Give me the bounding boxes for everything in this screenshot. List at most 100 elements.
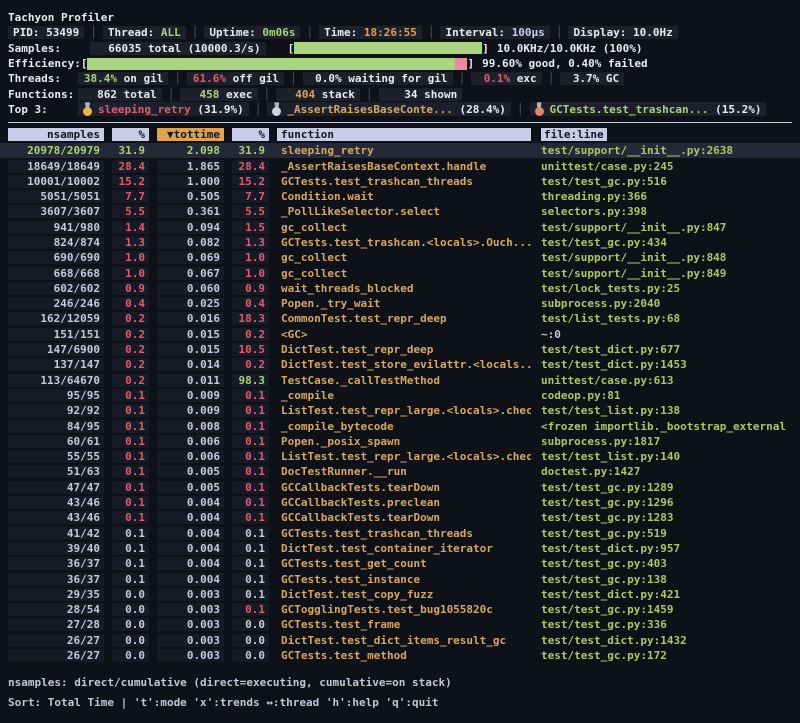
function-stat-suffix: exec (219, 88, 252, 101)
table-row[interactable]: 26/270.00.0030.0DictTest.test_dict_items… (0, 633, 800, 648)
nsamples-cell: 27/28 (8, 618, 104, 631)
fileline-cell: test/test_list.py:140 (541, 450, 800, 463)
nsamples-cell: 26/27 (8, 649, 104, 662)
table-row[interactable]: 668/6681.00.0671.0gc_collecttest/support… (0, 265, 800, 280)
cumulative-percent-cell: 1.0 (232, 251, 269, 264)
table-row[interactable]: 113/646700.20.01198.3TestCase._callTestM… (0, 373, 800, 388)
table-row[interactable]: 27/280.00.0030.0GCTests.test_frametest/t… (0, 617, 800, 632)
direct-percent-cell: 0.0 (112, 603, 149, 616)
table-row[interactable]: 43/460.10.0040.1GCCallbackTests.tearDown… (0, 510, 800, 525)
top3-function-name: GCTests.test_trashcan... (550, 103, 709, 116)
nsamples-cell: 690/690 (8, 251, 104, 264)
table-row[interactable]: 5051/50517.70.5057.7Condition.waitthread… (0, 189, 800, 204)
function-cell: sleeping_retry (277, 144, 531, 157)
thread-stat-segment: 3.7% GC (560, 72, 624, 85)
fileline-cell: test/test_gc.py:1289 (541, 481, 800, 494)
table-row[interactable]: 39/400.10.0040.1DictTest.test_container_… (0, 541, 800, 556)
table-row[interactable]: 29/350.00.0030.1DictTest.test_copy_fuzzt… (0, 587, 800, 602)
table-row[interactable]: 20978/2097931.92.09831.9sleeping_retryte… (0, 143, 800, 158)
bar-close-bracket: ] (482, 42, 489, 55)
fileline-cell: test/test_gc.py:434 (541, 236, 800, 249)
status-segment: Display: 10.0Hz (568, 26, 677, 39)
table-row[interactable]: 137/1470.20.0140.2DictTest.test_store_ev… (0, 357, 800, 372)
cumulative-percent-cell: 5.5 (232, 205, 269, 218)
nsamples-cell: 36/37 (8, 573, 104, 586)
table-row[interactable]: 41/420.10.0040.1GCTests.test_trashcan_th… (0, 526, 800, 541)
tottime-cell: 0.003 (157, 588, 224, 601)
cumulative-percent-cell: 0.0 (232, 618, 269, 631)
function-cell: TestCase._callTestMethod (277, 374, 531, 387)
column-header-percent: % (232, 128, 269, 141)
tottime-cell: 0.004 (157, 557, 224, 570)
table-row[interactable]: 3607/36075.50.3615.5_PollLikeSelector.se… (0, 204, 800, 219)
table-row[interactable]: 602/6020.90.0600.9wait_threads_blockedte… (0, 281, 800, 296)
table-row[interactable]: 36/370.10.0040.1GCTests.test_instancetes… (0, 571, 800, 586)
threads-statusline: Threads:38.4% on gil│61.6% off gil│0.0% … (0, 71, 800, 86)
function-stat-value: 862 (83, 88, 117, 101)
table-row[interactable]: 60/610.10.0060.1Popen._posix_spawnsubpro… (0, 434, 800, 449)
function-cell: GCCallbackTests.tearDown (277, 511, 531, 524)
function-cell: CommonTest.test_repr_deep (277, 312, 531, 325)
table-header-row: nsamples%▼tottime%functionfile:line (0, 127, 800, 142)
table-row[interactable]: 246/2460.40.0250.4Popen._try_waitsubproc… (0, 296, 800, 311)
direct-percent-cell: 7.7 (112, 190, 149, 203)
direct-percent-cell: 0.1 (112, 420, 149, 433)
table-row[interactable]: 51/630.10.0050.1DocTestRunner.__rundocte… (0, 464, 800, 479)
table-row[interactable]: 824/8741.30.0821.3GCTests.test_trashcan.… (0, 235, 800, 250)
nsamples-cell: 5051/5051 (8, 190, 104, 203)
fileline-cell: test/lock_tests.py:25 (541, 282, 800, 295)
function-stat-segment: 34 shown (379, 88, 463, 101)
cumulative-percent-cell: 0.1 (232, 435, 269, 448)
function-cell: DictTest.test_repr_deep (277, 343, 531, 356)
function-stat-segment: 458 exec (180, 88, 257, 101)
footer-keybindings: Sort: Total Time | 't':mode 'x':trends ↔… (0, 694, 800, 709)
direct-percent-cell: 28.4 (112, 160, 149, 173)
table-row[interactable]: 28/540.00.0030.1GCTogglingTests.test_bug… (0, 602, 800, 617)
segment-separator: │ (90, 26, 97, 39)
fileline-cell: test/test_gc.py:172 (541, 649, 800, 662)
cumulative-percent-cell: 98.3 (232, 374, 269, 387)
table-row[interactable]: 84/950.10.0080.1_compile_bytecode<frozen… (0, 418, 800, 433)
nsamples-cell: 162/12059 (8, 312, 104, 325)
segment-separator: │ (168, 88, 175, 101)
efficiency-bar-failed (455, 58, 467, 70)
cumulative-percent-cell: 0.1 (232, 542, 269, 555)
table-row[interactable]: 147/69000.20.01510.5DictTest.test_repr_d… (0, 342, 800, 357)
efficiency-bar (87, 58, 467, 70)
table-row[interactable]: 690/6901.00.0691.0gc_collecttest/support… (0, 250, 800, 265)
tottime-cell: 0.004 (157, 542, 224, 555)
cumulative-percent-cell: 0.1 (232, 603, 269, 616)
tottime-cell: 0.069 (157, 251, 224, 264)
efficiency-text: 99.60% good, 0.40% failed (482, 57, 648, 70)
table-row[interactable]: 95/950.10.0090.1_compilecodeop.py:81 (0, 388, 800, 403)
table-row[interactable]: 26/270.00.0030.0GCTests.test_methodtest/… (0, 648, 800, 663)
efficiency-bar-good (87, 58, 455, 70)
tottime-cell: 0.006 (157, 435, 224, 448)
nsamples-cell: 20978/20979 (8, 144, 104, 157)
function-cell: Popen._posix_spawn (277, 435, 531, 448)
tottime-cell: 1.865 (157, 160, 224, 173)
table-row[interactable]: 10001/1000215.21.00015.2GCTests.test_tra… (0, 174, 800, 189)
table-row[interactable]: 941/9801.40.0941.5gc_collecttest/support… (0, 220, 800, 235)
table-row[interactable]: 36/370.10.0040.1GCTests.test_get_countte… (0, 556, 800, 571)
samples-rate-text: 10.0KHz/10.0KHz (100%) (497, 42, 643, 55)
function-cell: <GC> (277, 328, 531, 341)
column-header-label: file:line (541, 128, 607, 141)
function-cell: GCTogglingTests.test_bug1055820c (277, 603, 531, 616)
nsamples-cell: 3607/3607 (8, 205, 104, 218)
table-row[interactable]: 55/550.10.0060.1ListTest.test_repr_large… (0, 449, 800, 464)
cumulative-percent-cell: 0.1 (232, 588, 269, 601)
table-row[interactable]: 43/460.10.0040.1GCCallbackTests.preclean… (0, 495, 800, 510)
fileline-cell: test/test_gc.py:516 (541, 175, 800, 188)
table-row[interactable]: 92/920.10.0090.1ListTest.test_repr_large… (0, 403, 800, 418)
fileline-cell: test/test_gc.py:138 (541, 573, 800, 586)
nsamples-cell: 92/92 (8, 404, 104, 417)
table-row[interactable]: 151/1510.20.0150.2<GC>~:0 (0, 327, 800, 342)
table-row[interactable]: 47/470.10.0050.1GCCallbackTests.tearDown… (0, 480, 800, 495)
function-cell: GCTests.test_trashcan.<locals>.Ouch.... (277, 236, 531, 249)
table-row[interactable]: 18649/1864928.41.86528.4_AssertRaisesBas… (0, 158, 800, 173)
cumulative-percent-cell: 31.9 (232, 144, 269, 157)
segment-separator: │ (517, 103, 524, 116)
nsamples-cell: 51/63 (8, 465, 104, 478)
table-row[interactable]: 162/120590.20.01618.3CommonTest.test_rep… (0, 311, 800, 326)
